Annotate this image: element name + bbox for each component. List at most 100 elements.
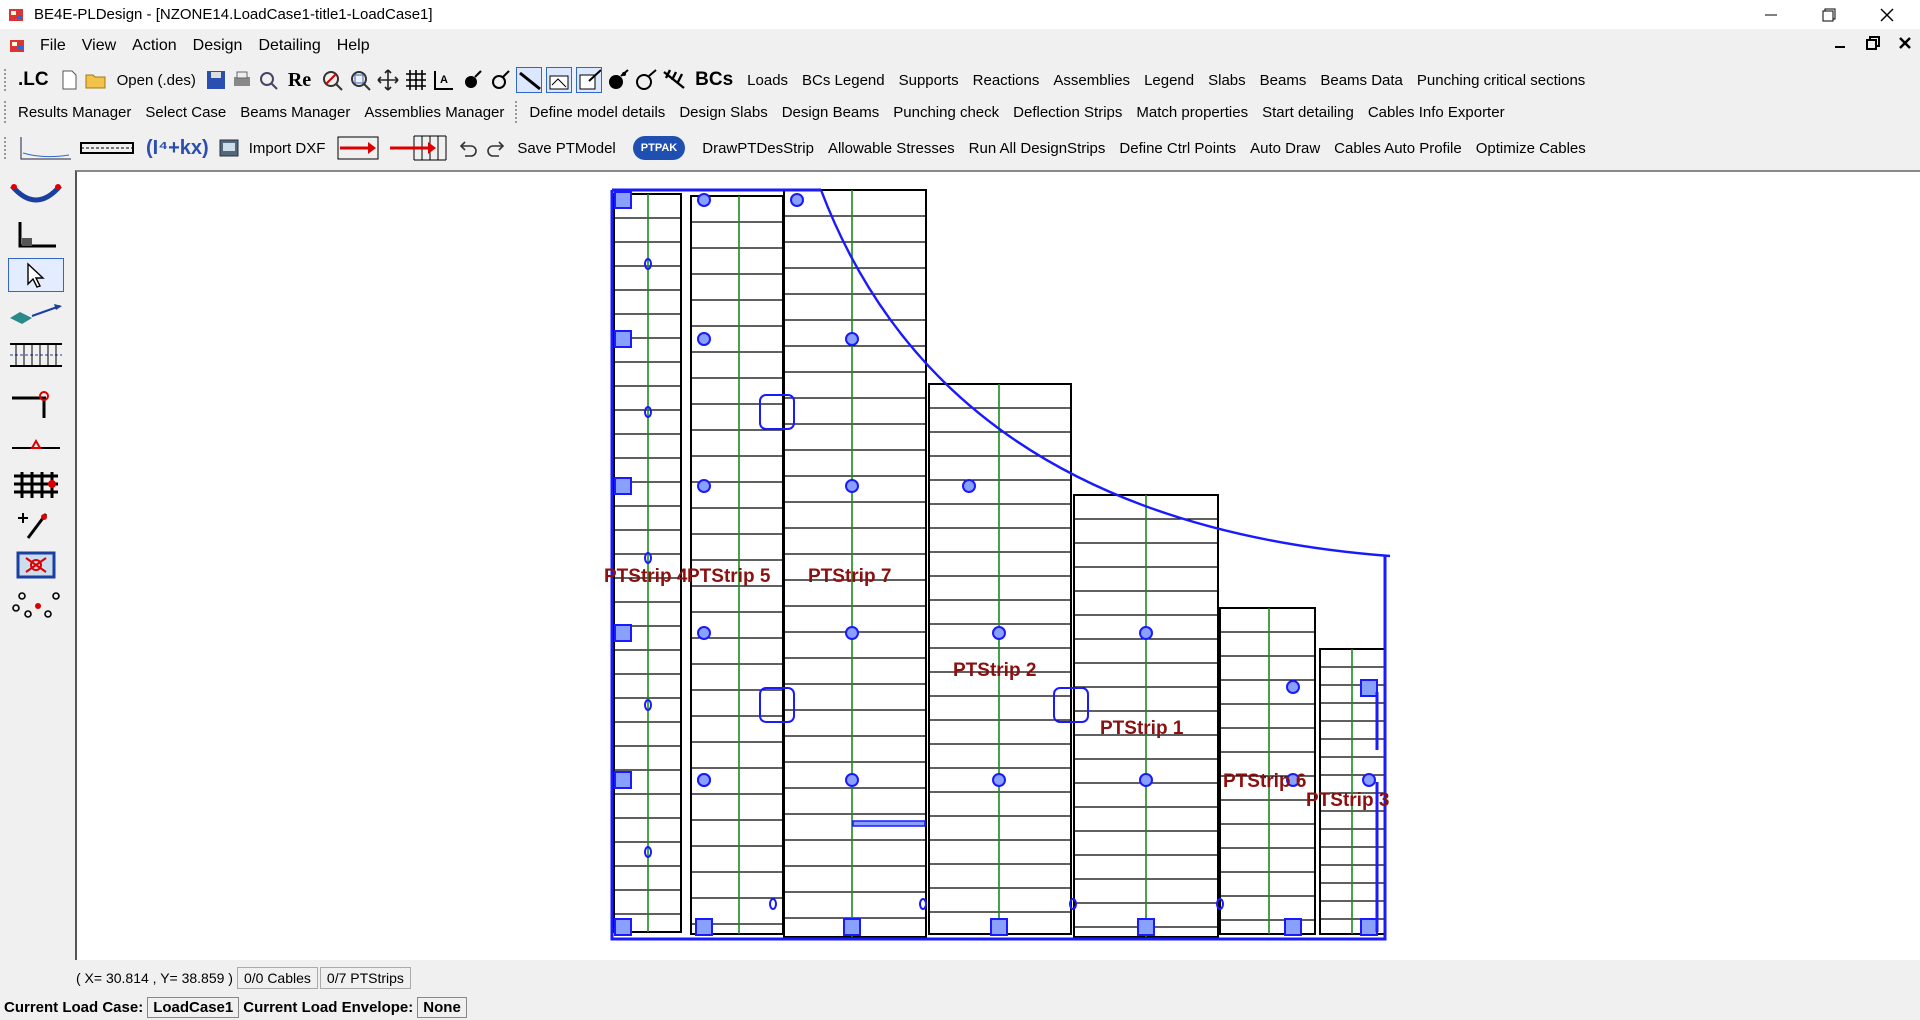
menu-design[interactable]: Design (185, 37, 251, 55)
wall-support (1360, 918, 1378, 936)
open-folder-icon[interactable] (84, 69, 108, 91)
reactions-button[interactable]: Reactions (966, 72, 1047, 89)
column-tool[interactable] (8, 388, 64, 422)
mdi-close-button[interactable] (1898, 36, 1912, 53)
load-case-value[interactable]: LoadCase1 (147, 996, 240, 1018)
save-ptmodel-button[interactable]: Save PTModel (510, 140, 622, 157)
cables-info-exporter-button[interactable]: Cables Info Exporter (1361, 104, 1512, 121)
open-des-button[interactable]: Open (.des) (110, 72, 203, 89)
zoom-extents-icon[interactable] (320, 68, 344, 92)
supports-button[interactable]: Supports (892, 72, 966, 89)
edge-marker (769, 898, 777, 910)
beams-data-button[interactable]: Beams Data (1313, 72, 1410, 89)
drawing-canvas[interactable]: PTStrip 4 PTStrip 5 PTStrip 7 PTStrip 2 … (75, 170, 1920, 960)
mesh-tool[interactable] (8, 468, 64, 502)
cable-arrow-icon[interactable] (334, 133, 382, 163)
import-dxf-button[interactable]: Import DXF (242, 140, 333, 157)
menu-view[interactable]: View (74, 37, 124, 55)
curve-icon[interactable] (13, 133, 73, 163)
wall-support (614, 918, 632, 936)
print-preview-icon[interactable] (257, 69, 279, 91)
menu-help[interactable]: Help (329, 37, 378, 55)
bcs-legend-button[interactable]: BCs Legend (795, 72, 892, 89)
allowable-stresses-button[interactable]: Allowable Stresses (821, 140, 962, 157)
menu-detailing[interactable]: Detailing (250, 37, 328, 55)
dead-anchor-icon[interactable] (606, 68, 630, 92)
optimize-cables-button[interactable]: Optimize Cables (1469, 140, 1593, 157)
live-anchor-icon[interactable] (634, 68, 658, 92)
support-tool[interactable] (8, 218, 64, 252)
draw-pt-des-strip-button[interactable]: DrawPTDesStrip (695, 140, 821, 157)
match-properties-button[interactable]: Match properties (1129, 104, 1255, 121)
cable-profile-icon[interactable] (576, 67, 603, 93)
nodes-icon (12, 592, 60, 618)
bcs-button[interactable]: BCs (688, 69, 740, 91)
loads-button[interactable]: Loads (740, 72, 795, 89)
load-case-label: Current Load Case: (4, 998, 144, 1016)
deflection-strips-button[interactable]: Deflection Strips (1006, 104, 1129, 121)
design-beams-button[interactable]: Design Beams (775, 104, 887, 121)
multi-cable-icon[interactable] (662, 68, 686, 92)
mdi-minimize-button[interactable] (1834, 36, 1846, 52)
cable-edit-icon[interactable] (546, 67, 573, 93)
node-tool[interactable] (8, 588, 64, 622)
opening-tool[interactable] (8, 548, 64, 582)
cable-draw-icon[interactable] (516, 67, 543, 93)
run-all-designstrips-button[interactable]: Run All DesignStrips (962, 140, 1113, 157)
start-detailing-button[interactable]: Start detailing (1255, 104, 1361, 121)
undo-icon[interactable] (456, 136, 480, 160)
menu-file[interactable]: File (32, 37, 74, 55)
cable-profile-tool[interactable] (8, 178, 64, 212)
column-circle (790, 193, 804, 207)
define-model-details-button[interactable]: Define model details (522, 104, 672, 121)
select-case-button[interactable]: Select Case (138, 104, 233, 121)
ptpak-button[interactable]: PTPAK (632, 136, 686, 160)
zoom-window-icon[interactable] (348, 68, 372, 92)
new-file-icon[interactable] (58, 69, 80, 91)
anchor-outline-icon[interactable] (488, 68, 512, 92)
beams-button[interactable]: Beams (1253, 72, 1314, 89)
select-tool[interactable] (8, 258, 64, 292)
column-circle (1286, 680, 1300, 694)
define-ctrl-points-button[interactable]: Define Ctrl Points (1112, 140, 1243, 157)
wall-support (1284, 918, 1302, 936)
parabola-icon (10, 184, 62, 203)
assemblies-manager-button[interactable]: Assemblies Manager (357, 104, 511, 121)
anchor-icon[interactable] (460, 68, 484, 92)
point-load-tool[interactable] (8, 428, 64, 462)
assemblies-button[interactable]: Assemblies (1046, 72, 1137, 89)
save-icon[interactable] (205, 69, 227, 91)
menu-action[interactable]: Action (124, 37, 184, 55)
refresh-button[interactable]: Re (281, 69, 318, 92)
add-point-tool[interactable] (8, 508, 64, 542)
punching-critical-sections-button[interactable]: Punching critical sections (1410, 72, 1592, 89)
beam-section-icon[interactable] (77, 133, 137, 163)
strip-tool[interactable] (8, 338, 64, 372)
auto-draw-button[interactable]: Auto Draw (1243, 140, 1327, 157)
close-button[interactable] (1858, 0, 1916, 29)
cables-count: 0/0 Cables (236, 967, 318, 989)
design-slabs-button[interactable]: Design Slabs (672, 104, 774, 121)
restore-button[interactable] (1800, 0, 1858, 29)
redo-icon[interactable] (484, 136, 508, 160)
results-manager-button[interactable]: Results Manager (11, 104, 138, 121)
cables-auto-profile-button[interactable]: Cables Auto Profile (1327, 140, 1469, 157)
toolbar-design: Results Manager Select Case Beams Manage… (0, 99, 1920, 125)
legend-button[interactable]: Legend (1137, 72, 1201, 89)
pan-icon[interactable] (376, 68, 400, 92)
load-envelope-value[interactable]: None (417, 996, 467, 1018)
beams-manager-button[interactable]: Beams Manager (233, 104, 357, 121)
slab-plan[interactable]: PTStrip 4 PTStrip 5 PTStrip 7 PTStrip 2 … (77, 172, 1920, 960)
minimize-button[interactable] (1742, 0, 1800, 29)
mdi-restore-button[interactable] (1866, 36, 1880, 53)
slab-tool[interactable] (8, 298, 64, 332)
print-icon[interactable] (231, 69, 253, 91)
slabs-button[interactable]: Slabs (1201, 72, 1253, 89)
punching-check-button[interactable]: Punching check (886, 104, 1006, 121)
grid-icon[interactable] (404, 68, 428, 92)
axis-text-icon[interactable]: A (432, 68, 456, 92)
stiffness-formula-button[interactable]: (I⁴+kx) (139, 137, 216, 160)
wall-support (614, 771, 632, 789)
cable-layout-icon[interactable] (386, 133, 452, 163)
lc-button[interactable]: .LC (11, 69, 56, 91)
